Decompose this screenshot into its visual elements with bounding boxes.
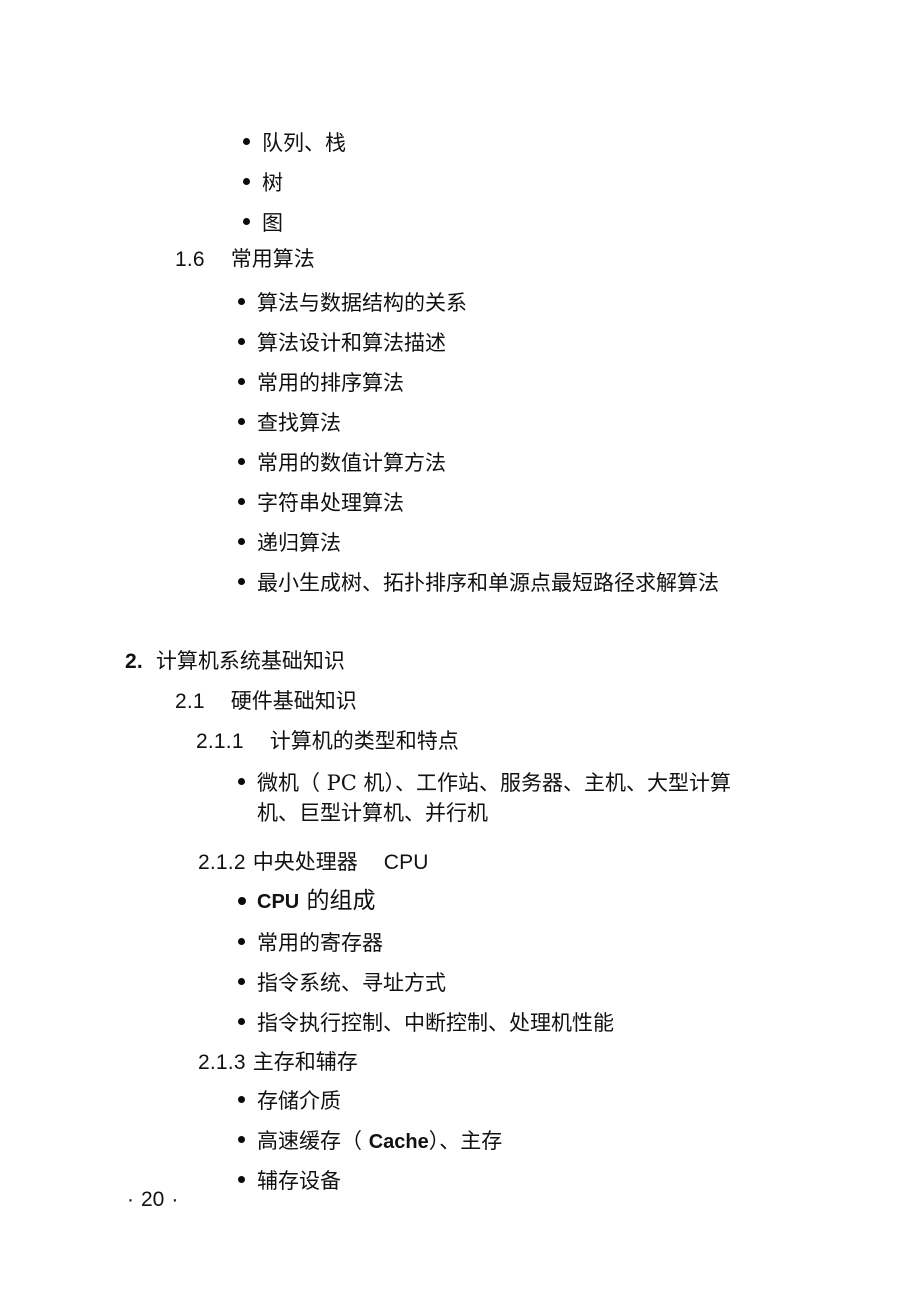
bullet-dot-icon — [238, 1176, 245, 1183]
list-item-label: 指令系统、寻址方式 — [257, 971, 446, 995]
bullet-dot-icon — [243, 178, 250, 185]
footer-left-mark: · — [127, 1188, 134, 1211]
list-item: 字符串处理算法 — [238, 488, 404, 518]
bullet-dot-icon — [238, 1018, 245, 1025]
list-item: 查找算法 — [238, 408, 341, 438]
list-item-label: 队列、栈 — [262, 131, 346, 155]
list-item: 微机（ PC 机）、工作站、服务器、主机、大型计算机、巨型计算机、并行机 — [238, 768, 757, 828]
list-item-cjk-pre: 高速缓存（ — [257, 1129, 362, 1153]
bullet-dot-icon — [243, 138, 250, 145]
subsection-heading-2-1-1: 2.1.1 计算机的类型和特点 — [196, 725, 459, 755]
bullet-dot-icon — [238, 378, 245, 385]
bullet-dot-icon — [238, 458, 245, 465]
list-item: 指令执行控制、中断控制、处理机性能 — [238, 1008, 614, 1038]
list-item: 辅存设备 — [238, 1166, 341, 1196]
list-item: 队列、栈 — [243, 128, 346, 158]
list-item-label: 算法设计和算法描述 — [257, 331, 446, 355]
list-item-label: 常用的数值计算方法 — [257, 451, 446, 475]
bullet-dot-icon — [238, 1096, 245, 1103]
list-item-label: 树 — [262, 171, 283, 195]
list-item-label: CPU 的组成 — [257, 886, 376, 917]
list-item-cjk-post: ）、主存 — [428, 1129, 503, 1153]
list-item: 算法与数据结构的关系 — [238, 288, 467, 318]
section-title: 常用算法 — [230, 247, 315, 271]
subsection-title: 计算机的类型和特点 — [269, 729, 459, 753]
subsection-title-suffix: CPU — [383, 851, 429, 874]
bullet-dot-icon — [238, 418, 245, 425]
list-item: CPU 的组成 — [238, 886, 376, 917]
list-item-label: 最小生成树、拓扑排序和单源点最短路径求解算法 — [257, 571, 719, 595]
bullet-dot-icon — [238, 298, 245, 305]
list-item: 常用的数值计算方法 — [238, 448, 446, 478]
list-item-label: 高速缓存（ Cache）、主存 — [257, 1126, 502, 1157]
document-page: 队列、栈 树 图 1.6 常用算法 算法与数据结构的关系 算法设计和算法描述 常用… — [0, 0, 920, 1303]
list-item: 高速缓存（ Cache）、主存 — [238, 1126, 502, 1157]
section-heading-2-1: 2.1 硬件基础知识 — [175, 685, 357, 715]
subsection-number: 2.1.2 — [198, 851, 246, 874]
bullet-dot-icon — [238, 1136, 245, 1143]
list-item-label: 字符串处理算法 — [257, 491, 404, 515]
list-item-label: 递归算法 — [257, 531, 341, 555]
chapter-number: 2. — [125, 650, 143, 673]
bullet-dot-icon — [238, 338, 245, 345]
list-item: 存储介质 — [238, 1086, 341, 1116]
list-item: 算法设计和算法描述 — [238, 328, 446, 358]
list-item: 树 — [243, 168, 283, 198]
section-number: 1.6 — [175, 248, 205, 271]
list-item: 指令系统、寻址方式 — [238, 968, 446, 998]
list-item-label: 辅存设备 — [257, 1169, 341, 1193]
subsection-number: 2.1.3 — [198, 1051, 246, 1074]
section-number: 2.1 — [175, 690, 205, 713]
subsection-title: 主存和辅存 — [252, 1050, 358, 1074]
list-item-label: 图 — [262, 211, 283, 235]
bullet-dot-icon — [243, 218, 250, 225]
list-item-latin: CPU — [257, 891, 300, 913]
bullet-dot-icon — [238, 978, 245, 985]
list-item: 常用的寄存器 — [238, 928, 383, 958]
list-item-label: 指令执行控制、中断控制、处理机性能 — [257, 1011, 614, 1035]
subsection-title: 中央处理器 — [252, 850, 358, 874]
subsection-heading-2-1-2: 2.1.2 中央处理器 CPU — [198, 846, 429, 876]
list-item: 最小生成树、拓扑排序和单源点最短路径求解算法 — [238, 568, 757, 598]
page-number: 20 — [141, 1188, 165, 1211]
section-heading-1-6: 1.6 常用算法 — [175, 243, 315, 273]
list-item-latin: Cache — [368, 1131, 429, 1153]
list-item-label: 常用的排序算法 — [257, 371, 404, 395]
bullet-dot-icon — [238, 538, 245, 545]
bullet-dot-icon — [238, 498, 245, 505]
footer-right-mark: · — [171, 1188, 179, 1211]
list-item-label: 存储介质 — [257, 1089, 341, 1113]
bullet-dot-icon — [238, 897, 246, 905]
list-item-label: 微机（ PC 机）、工作站、服务器、主机、大型计算机、巨型计算机、并行机 — [257, 771, 732, 825]
list-item: 常用的排序算法 — [238, 368, 404, 398]
chapter-title: 计算机系统基础知识 — [155, 649, 345, 673]
list-item-label: 常用的寄存器 — [257, 931, 383, 955]
bullet-dot-icon — [238, 938, 245, 945]
list-item: 递归算法 — [238, 528, 341, 558]
list-item-cjk: 的组成 — [306, 888, 376, 914]
subsection-number: 2.1.1 — [196, 730, 244, 753]
bullet-dot-icon — [238, 778, 245, 785]
bullet-dot-icon — [238, 578, 245, 585]
chapter-heading-2: 2. 计算机系统基础知识 — [125, 645, 345, 675]
list-item-label: 查找算法 — [257, 411, 341, 435]
section-title: 硬件基础知识 — [230, 689, 357, 713]
list-item-label: 算法与数据结构的关系 — [257, 291, 467, 315]
list-item: 图 — [243, 208, 283, 238]
subsection-heading-2-1-3: 2.1.3 主存和辅存 — [198, 1046, 358, 1076]
page-footer: · 20 · — [120, 1188, 185, 1212]
